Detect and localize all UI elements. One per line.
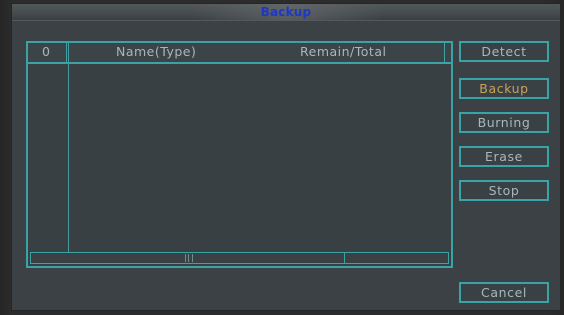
detect-button[interactable]: Detect [459, 41, 549, 62]
column-header-remain-total[interactable]: Remain/Total [300, 44, 386, 60]
horizontal-scrollbar[interactable] [30, 252, 449, 264]
title-bar: Backup [12, 4, 560, 21]
column-header-name-type[interactable]: Name(Type) [116, 44, 196, 60]
dialog-title: Backup [260, 5, 312, 19]
scrollbar-thumb[interactable] [31, 253, 345, 263]
grip-icon [185, 254, 193, 262]
column-header-index[interactable]: 0 [42, 44, 50, 60]
backup-button[interactable]: Backup [459, 78, 549, 99]
column-divider-right [444, 43, 445, 62]
burning-button[interactable]: Burning [459, 112, 549, 133]
backup-dialog: Backup 0 Name(Type) Remain/Total Detect … [11, 3, 561, 311]
list-header: 0 Name(Type) Remain/Total [28, 43, 451, 64]
stop-button[interactable]: Stop [459, 180, 549, 201]
erase-button[interactable]: Erase [459, 146, 549, 167]
index-column-divider [68, 43, 69, 252]
cancel-button[interactable]: Cancel [459, 282, 549, 303]
column-divider [66, 43, 67, 62]
device-list[interactable]: 0 Name(Type) Remain/Total [26, 41, 453, 268]
